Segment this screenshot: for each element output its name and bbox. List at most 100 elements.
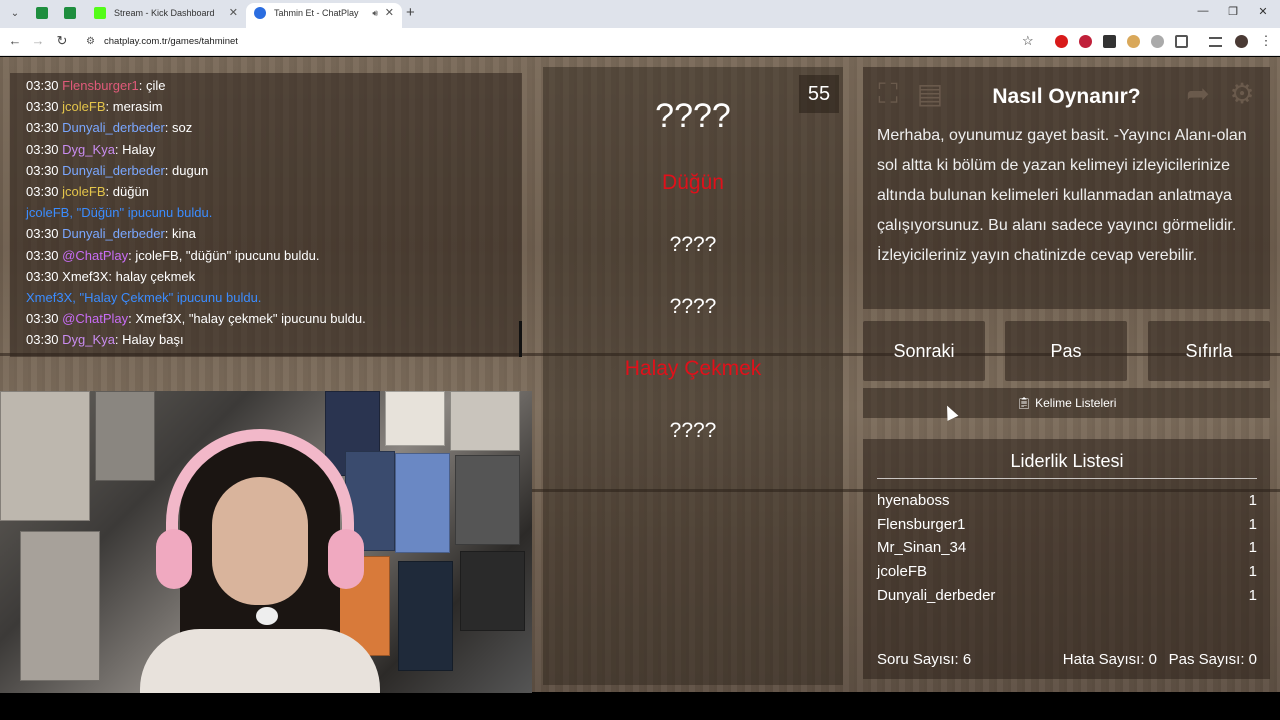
- chat-timestamp: 03:30: [26, 78, 59, 93]
- main-word: ????: [655, 97, 731, 135]
- close-tab-icon[interactable]: ✕: [229, 3, 238, 23]
- chat-timestamp: 03:30: [26, 184, 59, 200]
- leaderboard-row: hyenaboss 1: [877, 489, 1257, 513]
- game-page: 03:30 Flensburger1: çile 03:30 jcoleFB: m…: [0, 57, 1280, 693]
- chat-timestamp: 03:30: [26, 141, 59, 157]
- chat-text: : halay çekmek: [108, 268, 196, 284]
- bookmark-star-icon[interactable]: ☆: [1022, 33, 1034, 49]
- wall-poster: [398, 561, 453, 671]
- extension-icon[interactable]: [1103, 35, 1116, 48]
- restore-icon[interactable]: ❐: [1218, 5, 1248, 18]
- chat-message: 03:30 Dunyali_derbeder: soz: [26, 117, 522, 138]
- leaderboard-name: Dunyali_derbeder: [877, 586, 996, 604]
- clue-word: Halay Çekmek: [624, 357, 762, 380]
- url-text: chatplay.com.tr/games/tahminet: [104, 36, 238, 47]
- chat-username[interactable]: @ChatPlay: [62, 248, 128, 263]
- wall-poster: [395, 453, 450, 553]
- chat-message: 03:30 @ChatPlay: Xmef3X, "halay çekmek" …: [26, 308, 522, 329]
- leaderboard-title: Liderlik Listesi: [877, 451, 1257, 479]
- new-tab-icon[interactable]: +: [406, 4, 415, 21]
- minimize-icon[interactable]: —: [1188, 5, 1218, 17]
- chat-text: : çile: [138, 78, 166, 93]
- wall-poster: [20, 531, 100, 681]
- wall-poster: [450, 391, 520, 451]
- wall-poster: [455, 455, 520, 545]
- tab-label: Stream - Kick Dashboard: [114, 8, 215, 18]
- chat-username[interactable]: Xmef3X,: [26, 290, 76, 305]
- tab-chatplay[interactable]: Tahmin Et - ChatPlay 🔊︎ ✕: [246, 3, 402, 28]
- chat-username[interactable]: Dunyali_derbeder: [62, 226, 165, 241]
- chat-text: : dugun: [164, 162, 209, 178]
- forward-icon[interactable]: →: [30, 33, 46, 48]
- chat-text: : Xmef3X, "halay çekmek" ipucunu buldu.: [128, 311, 366, 327]
- how-to-play-panel: ⛶ ▤ Nasıl Oynanır? ➦ ⚙ Merhaba, oyunumuz…: [863, 67, 1270, 309]
- clue-word: ????: [669, 233, 717, 256]
- extension-icon[interactable]: [1127, 35, 1140, 48]
- chatplay-icon: [254, 7, 266, 19]
- chat-username[interactable]: Dyg_Kya: [62, 142, 115, 157]
- microphone: [256, 607, 278, 625]
- tab-label: Tahmin Et - ChatPlay: [274, 8, 359, 18]
- word-lists-button[interactable]: 📋︎ Kelime Listeleri: [863, 388, 1270, 418]
- extension-icon[interactable]: [1079, 35, 1092, 48]
- pass-button[interactable]: Pas: [1005, 321, 1127, 381]
- exit-icon[interactable]: ➦: [1181, 77, 1215, 111]
- chat-message: 03:30 Xmef3X: halay çekmek: [26, 266, 522, 287]
- clue-word: Düğün: [662, 171, 724, 194]
- reset-button[interactable]: Sıfırla: [1148, 321, 1270, 381]
- tab-sheets-1[interactable]: [28, 3, 54, 28]
- error-count: Hata Sayısı: 0: [1062, 651, 1157, 668]
- leaderboard-row: jcoleFB 1: [877, 560, 1257, 584]
- chat-text: : düğün: [105, 184, 149, 200]
- profile-avatar[interactable]: [1235, 35, 1248, 48]
- chat-timestamp: 03:30: [26, 311, 59, 327]
- wall-poster: [95, 391, 155, 481]
- menu-icon[interactable]: ⋮: [1258, 33, 1274, 49]
- chat-timestamp: 03:30: [26, 120, 59, 136]
- close-tab-icon[interactable]: ✕: [385, 3, 394, 23]
- tab-sheets-2[interactable]: [56, 3, 84, 28]
- leaderboard-panel: Liderlik Listesi hyenaboss 1 Flensburger1 1…: [863, 439, 1270, 679]
- chat-username[interactable]: jcoleFB,: [26, 205, 73, 220]
- chat-text: "Halay Çekmek" ipucunu buldu.: [75, 290, 262, 306]
- close-window-icon[interactable]: ✕: [1248, 5, 1278, 18]
- url-field[interactable]: ⚙ chatplay.com.tr/games/tahminet: [80, 31, 1050, 53]
- media-control-icon[interactable]: [1209, 37, 1222, 47]
- wall-poster: [385, 391, 445, 446]
- site-info-icon[interactable]: ⚙: [86, 31, 95, 53]
- chat-panel: 03:30 Flensburger1: çile 03:30 jcoleFB: m…: [10, 73, 522, 357]
- chat-text: : Halay: [114, 141, 156, 157]
- speaker-icon[interactable]: 🔊︎: [372, 3, 378, 23]
- chat-message: 03:30 Dunyali_derbeder: dugun: [26, 160, 522, 181]
- tab-kick-dashboard[interactable]: Stream - Kick Dashboard ✕: [86, 3, 246, 28]
- clue-word: ????: [669, 419, 717, 442]
- chat-scrollbar[interactable]: [519, 321, 522, 357]
- tab-search-icon[interactable]: ⌄: [6, 5, 24, 23]
- leaderboard-score: 1: [1248, 586, 1257, 604]
- back-icon[interactable]: ←: [7, 33, 23, 48]
- next-button[interactable]: Sonraki: [863, 321, 985, 381]
- leaderboard-name: Mr_Sinan_34: [877, 539, 967, 557]
- chat-username[interactable]: Xmef3X: [62, 269, 108, 284]
- chat-username[interactable]: Dunyali_derbeder: [62, 163, 165, 178]
- chat-username[interactable]: Dunyali_derbeder: [62, 120, 165, 135]
- chat-message: 03:30 Dyg_Kya: Halay: [26, 139, 522, 160]
- clipboard-icon: 📋︎: [1016, 396, 1036, 410]
- chat-username[interactable]: @ChatPlay: [62, 311, 128, 326]
- shield-icon[interactable]: [1151, 35, 1164, 48]
- word-panel: 55 ???? Düğün???????? Halay Çekmek????: [543, 67, 843, 685]
- wall-poster: [0, 391, 90, 521]
- chat-username[interactable]: jcoleFB: [62, 99, 105, 114]
- chat-username[interactable]: Dyg_Kya: [62, 332, 115, 347]
- gear-icon[interactable]: ⚙: [1225, 77, 1259, 111]
- clue-word: ????: [669, 295, 717, 318]
- reload-icon[interactable]: ↻: [54, 33, 70, 49]
- chat-message: 03:30 Flensburger1: çile: [26, 75, 522, 96]
- opera-extension-icon[interactable]: [1055, 35, 1068, 48]
- chat-message: Xmef3X, "Halay Çekmek" ipucunu buldu.: [26, 287, 522, 308]
- chat-timestamp: 03:30: [26, 162, 59, 178]
- chat-message: 03:30 Dunyali_derbeder: kina: [26, 223, 522, 244]
- puzzle-icon[interactable]: [1175, 35, 1188, 48]
- chat-username[interactable]: Flensburger1: [62, 78, 139, 93]
- chat-username[interactable]: jcoleFB: [62, 184, 105, 199]
